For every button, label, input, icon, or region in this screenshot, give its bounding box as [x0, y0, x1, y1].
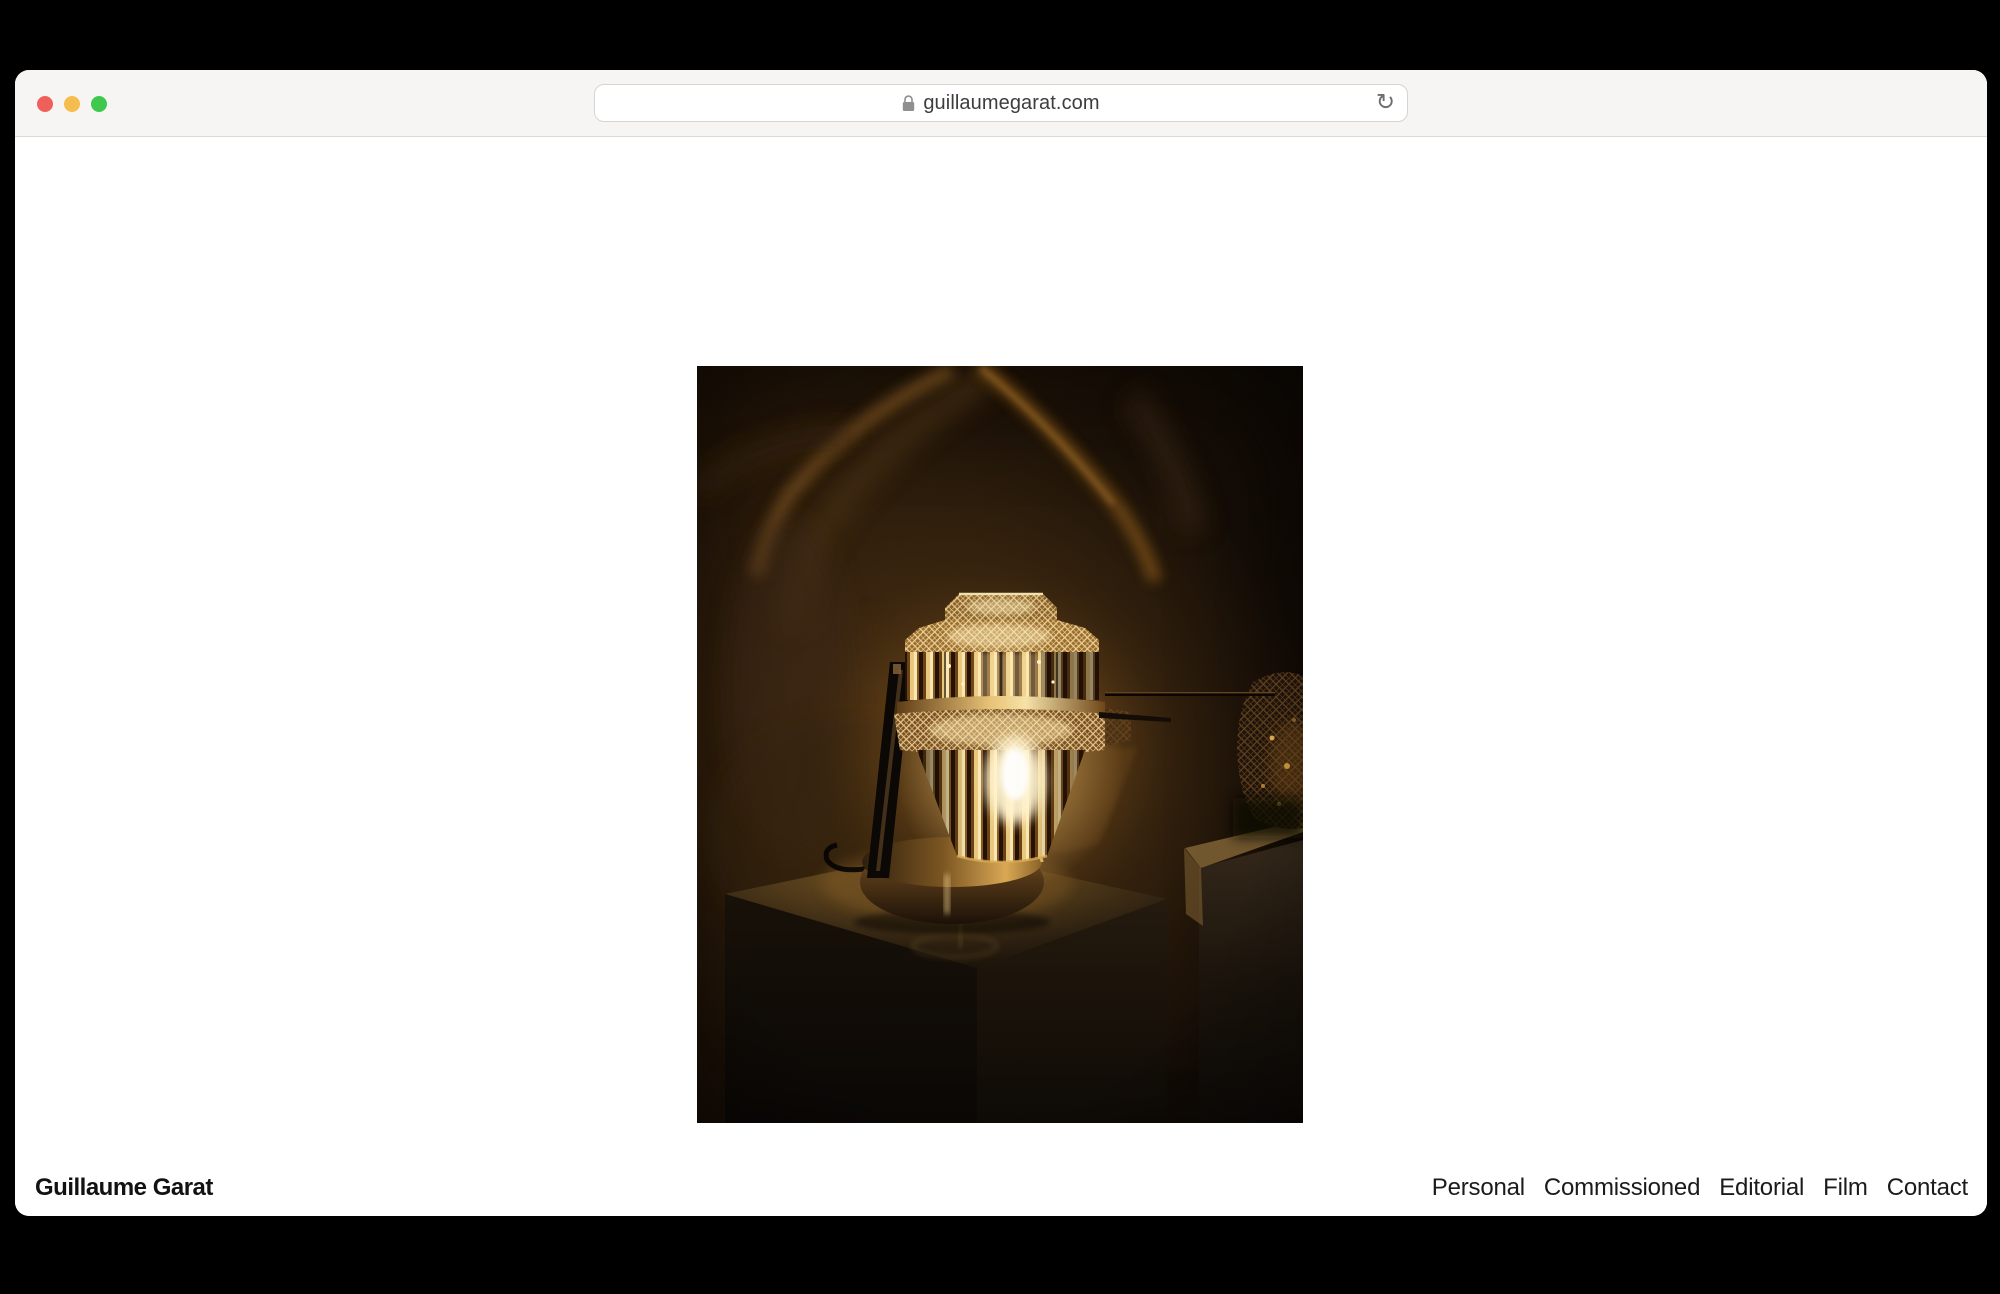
nav-link-editorial[interactable]: Editorial [1719, 1174, 1804, 1202]
nav-link-contact[interactable]: Contact [1887, 1174, 1968, 1202]
minimize-button[interactable] [64, 96, 80, 112]
photo-vignette [697, 366, 1303, 1123]
browser-window: guillaumegarat.com ↻ [15, 70, 1987, 1216]
zoom-button[interactable] [91, 96, 107, 112]
nav-link-commissioned[interactable]: Commissioned [1544, 1174, 1700, 1202]
nav-link-personal[interactable]: Personal [1432, 1174, 1525, 1202]
browser-toolbar: guillaumegarat.com ↻ [15, 70, 1987, 137]
main-nav: Personal Commissioned Editorial Film Con… [1432, 1174, 1968, 1202]
lamp-illustration [697, 366, 1303, 1123]
window-controls [37, 70, 107, 137]
brand-link[interactable]: Guillaume Garat [35, 1174, 213, 1202]
reload-button[interactable]: ↻ [1372, 90, 1399, 117]
hero-photo[interactable] [697, 366, 1303, 1123]
nav-link-film[interactable]: Film [1823, 1174, 1868, 1202]
page-content: Guillaume Garat Personal Commissioned Ed… [15, 138, 1987, 1216]
footer: Guillaume Garat Personal Commissioned Ed… [35, 1174, 1968, 1202]
lock-icon [902, 95, 915, 112]
url-text: guillaumegarat.com [923, 92, 1099, 115]
close-button[interactable] [37, 96, 53, 112]
address-bar[interactable]: guillaumegarat.com ↻ [594, 84, 1408, 122]
